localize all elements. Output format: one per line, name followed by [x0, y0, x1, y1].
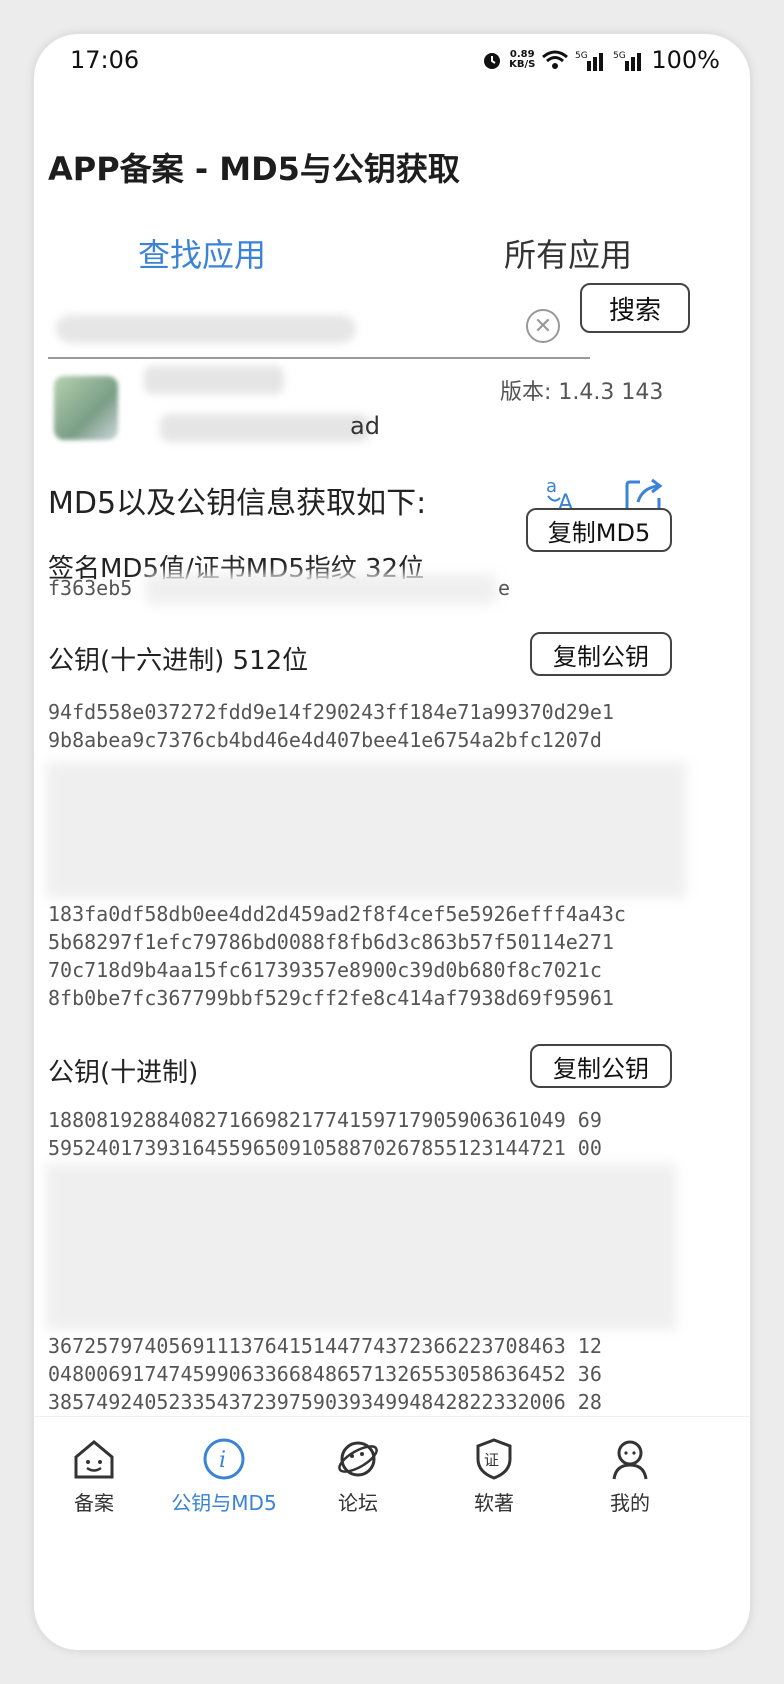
hex-key-line: 5b68297f1efc79786bd0088f8fb6d3c863b57f50…: [48, 930, 614, 954]
info-icon: i: [203, 1438, 245, 1480]
nav-item-mine[interactable]: 我的: [570, 1437, 690, 1516]
status-icons: 0.89 KB/S 5G 5G 100%: [481, 46, 720, 74]
hex-key-value-top[interactable]: 94fd558e037272fdd9e14f290243ff184e71a993…: [48, 698, 614, 754]
hex-key-line: 9b8abea9c7376cb4bd46e4d407bee41e6754a2bf…: [48, 728, 602, 752]
tab-all-apps[interactable]: 所有应用: [504, 230, 632, 276]
svg-text:证: 证: [484, 1451, 499, 1469]
app-info-card[interactable]: 版本: 1.4.3 143 ad: [48, 364, 738, 464]
copy-md5-button[interactable]: 复制MD5: [526, 508, 672, 552]
hex-key-value-bottom[interactable]: 183fa0df58db0ee4dd2d459ad2f8f4cef5e5926e…: [48, 900, 626, 1012]
app-version: 版本: 1.4.3 143: [500, 380, 664, 405]
dec-key-label: 公钥(十进制): [48, 1058, 199, 1088]
result-title: MD5以及公钥信息获取如下:: [48, 486, 427, 521]
signal-icon-2: 5G: [613, 51, 642, 71]
nav-item-forum[interactable]: 论坛: [298, 1437, 418, 1516]
status-bar: 17:06 0.89 KB/S 5G 5G 100%: [34, 34, 750, 86]
net-speed: 0.89 KB/S: [509, 49, 536, 70]
shield-cert-icon: 证: [476, 1438, 512, 1480]
nav-item-copyright[interactable]: 证 软著: [434, 1437, 554, 1516]
hex-key-line: 94fd558e037272fdd9e14f290243ff184e71a993…: [48, 700, 614, 724]
dec-key-line: 3672579740569111376415144774372366223708…: [48, 1334, 602, 1358]
person-icon: [612, 1440, 648, 1480]
svg-text:5G: 5G: [575, 51, 588, 61]
hex-key-line: 70c718d9b4aa15fc61739357e8900c39d0b680f8…: [48, 958, 602, 982]
signal-icon-1: 5G: [575, 51, 604, 71]
status-time: 17:06: [70, 46, 140, 74]
copy-dec-key-button[interactable]: 复制公钥: [530, 1044, 672, 1088]
dec-key-value-bottom[interactable]: 3672579740569111376415144774372366223708…: [48, 1332, 602, 1416]
bottom-nav: 备案 i 公钥与MD5 论坛 证 软著 我的: [34, 1416, 750, 1535]
dec-key-value-top[interactable]: 1880819288408271669821774159717905906361…: [48, 1106, 602, 1162]
svg-text:a: a: [546, 476, 557, 497]
svg-text:5G: 5G: [613, 51, 626, 61]
clear-search-icon[interactable]: ✕: [526, 309, 560, 343]
package-name-suffix: ad: [350, 412, 380, 440]
house-face-icon: [74, 1440, 114, 1479]
redacted-search-text: [56, 315, 356, 343]
planet-icon: [338, 1441, 378, 1477]
redacted-dec-key: [46, 1164, 676, 1330]
phone-screen: 17:06 0.89 KB/S 5G 5G 100% APP备案 - MD5与公钥…: [34, 34, 750, 1650]
search-row: ✕ 搜索: [48, 283, 728, 363]
alarm-icon: [484, 53, 501, 69]
redacted-hex-key: [46, 762, 686, 898]
svg-text:i: i: [219, 1448, 226, 1473]
page-title: APP备案 - MD5与公钥获取: [48, 150, 460, 188]
nav-label: 备案: [74, 1491, 114, 1515]
md5-value[interactable]: f363eb5: [48, 574, 132, 602]
hex-key-line: 183fa0df58db0ee4dd2d459ad2f8f4cef5e5926e…: [48, 902, 626, 926]
nav-item-beian[interactable]: 备案: [34, 1437, 154, 1516]
redacted-app-name: [144, 366, 284, 394]
app-icon: [54, 376, 118, 440]
wifi-icon: [542, 50, 569, 69]
redacted-package-name: [160, 414, 370, 442]
md5-value-prefix: f363eb5: [48, 576, 133, 600]
hex-key-label: 公钥(十六进制) 512位: [48, 646, 309, 676]
search-button[interactable]: 搜索: [580, 283, 690, 333]
copy-hex-key-button[interactable]: 复制公钥: [530, 632, 672, 676]
nav-item-md5[interactable]: i 公钥与MD5: [164, 1437, 284, 1516]
nav-label: 我的: [610, 1491, 650, 1515]
battery-level: 100%: [651, 46, 720, 74]
nav-label: 软著: [474, 1491, 514, 1515]
tab-find-app[interactable]: 查找应用: [138, 230, 266, 276]
nav-label: 论坛: [338, 1491, 378, 1515]
dec-key-line: 0480069174745990633668486571326553058636…: [48, 1362, 602, 1386]
dec-key-line: 3857492405233543723975903934994842822332…: [48, 1390, 602, 1414]
hex-key-line: 8fb0be7fc367799bbf529cff2fe8c414af7938d6…: [48, 986, 614, 1010]
md5-value-suffix: e: [498, 576, 511, 600]
redacted-md5: [146, 574, 496, 604]
tab-bar: 查找应用 所有应用: [34, 230, 750, 286]
nav-label: 公钥与MD5: [171, 1491, 277, 1515]
dec-key-line: 5952401739316455965091058870267855123144…: [48, 1136, 602, 1160]
dec-key-line: 1880819288408271669821774159717905906361…: [48, 1108, 602, 1132]
